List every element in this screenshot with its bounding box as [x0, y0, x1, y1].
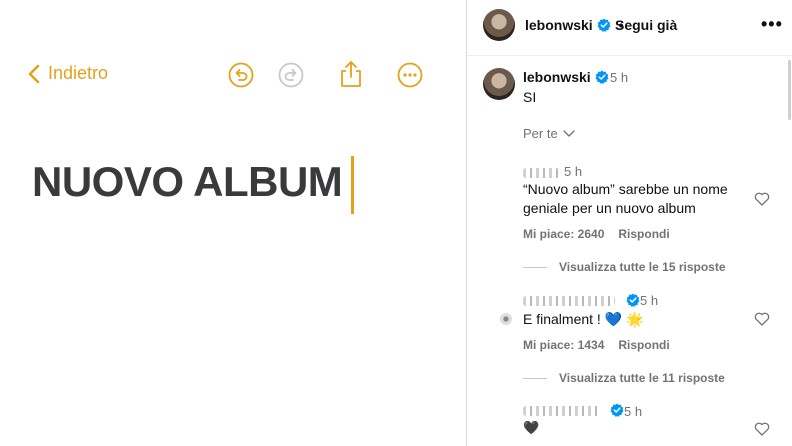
username-link[interactable]: lebonwski — [525, 17, 593, 33]
text-cursor — [351, 156, 354, 214]
verified-badge-icon — [597, 18, 611, 32]
share-icon[interactable] — [338, 60, 364, 88]
post-username[interactable]: lebonwski • — [525, 17, 623, 33]
more-options-icon[interactable] — [397, 62, 423, 88]
like-heart-icon[interactable] — [754, 191, 770, 207]
note-title[interactable]: NUOVO ALBUM — [32, 158, 343, 206]
caption-time: 5 h — [610, 70, 629, 85]
comment-username[interactable] — [523, 406, 599, 416]
reply-button[interactable]: Rispondi — [618, 227, 669, 241]
like-count[interactable]: Mi piace: 1434 — [523, 338, 604, 352]
back-label: Indietro — [48, 63, 109, 83]
like-heart-icon[interactable] — [754, 421, 770, 437]
comment-time: 5 h — [624, 404, 643, 419]
redo-icon[interactable] — [278, 62, 304, 88]
chevron-down-icon — [562, 129, 575, 137]
comment-meta: Mi piace: 1434 Rispondi — [523, 338, 684, 352]
comment-meta: Mi piace: 2640 Rispondi — [523, 227, 684, 241]
comment-text: 🖤 — [523, 420, 540, 435]
verified-badge-icon — [626, 293, 640, 307]
replies-line — [523, 266, 547, 268]
view-replies-label: Visualizza tutte le 11 risposte — [559, 371, 725, 385]
comment-avatar[interactable] — [500, 313, 512, 325]
comment-text: “Nuovo album” sarebbe un nome geniale pe… — [523, 181, 728, 216]
undo-icon[interactable] — [228, 62, 254, 88]
comment-time: 5 h — [564, 164, 583, 179]
replies-line — [523, 377, 547, 379]
following-button[interactable]: Segui già — [615, 17, 677, 33]
notes-pane: Indietro NUOVO ALBUM — [0, 0, 466, 446]
like-heart-icon[interactable] — [754, 311, 770, 327]
caption-avatar[interactable] — [483, 68, 515, 100]
post-header: lebonwski • Segui già ••• — [467, 0, 792, 56]
post-more-icon[interactable]: ••• — [761, 14, 783, 35]
instagram-post-panel: lebonwski • Segui già ••• lebonwski 5 h … — [467, 0, 792, 446]
comment-username[interactable] — [523, 168, 559, 178]
sort-comments-dropdown[interactable]: Per te — [523, 126, 575, 141]
sort-label: Per te — [523, 126, 558, 141]
verified-badge-icon — [595, 70, 609, 84]
scrollbar[interactable] — [788, 60, 791, 120]
comment-text: E finalment ! 💙 🌟 — [523, 311, 644, 327]
like-count[interactable]: Mi piace: 2640 — [523, 227, 604, 241]
comment-time: 5 h — [640, 293, 659, 308]
chevron-left-icon — [28, 64, 40, 83]
caption-text: SI — [523, 89, 537, 105]
view-replies-label: Visualizza tutte le 15 risposte — [559, 260, 726, 274]
avatar[interactable] — [483, 9, 515, 41]
comment-username[interactable] — [523, 296, 615, 306]
caption-username-link[interactable]: lebonwski — [523, 69, 591, 85]
view-replies-button[interactable]: Visualizza tutte le 15 risposte — [523, 260, 726, 274]
caption-username[interactable]: lebonwski — [523, 69, 609, 85]
view-replies-button[interactable]: Visualizza tutte le 11 risposte — [523, 371, 725, 385]
reply-button[interactable]: Rispondi — [618, 338, 669, 352]
verified-badge-icon — [610, 403, 624, 417]
back-button[interactable]: Indietro — [28, 63, 108, 84]
